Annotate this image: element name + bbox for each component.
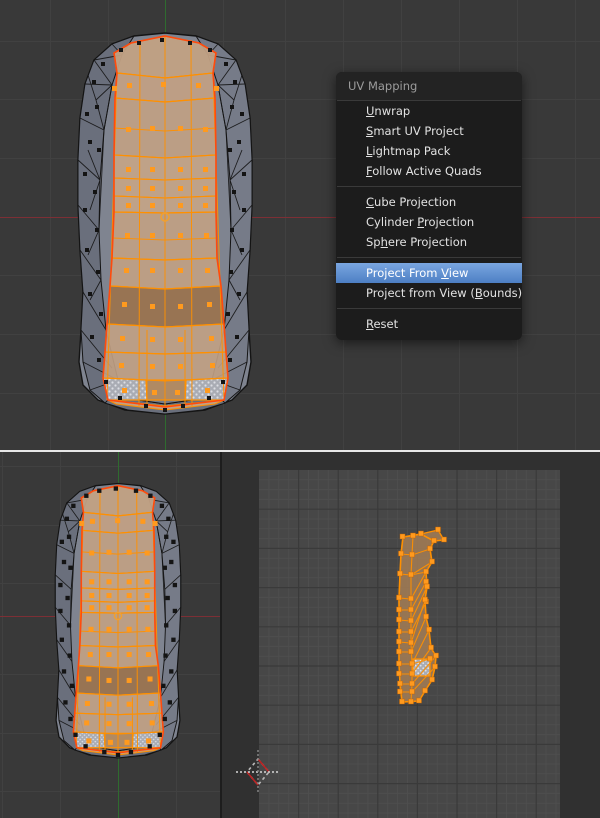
menu-item-lightmap-pack[interactable]: Lightmap Pack — [336, 141, 522, 161]
menu-item-reset[interactable]: Reset — [336, 314, 522, 334]
uv-image-editor[interactable] — [222, 452, 600, 818]
menu-item-follow-active-quads[interactable]: Follow Active Quads — [336, 161, 522, 181]
blender-window: UV Mapping Unwrap Smart UV Project Lightma… — [0, 0, 600, 818]
menu-separator-2 — [337, 257, 521, 258]
menu-item-project-from-view-bounds[interactable]: Project from View (Bounds) — [336, 283, 522, 303]
uv-mapping-menu[interactable]: UV Mapping Unwrap Smart UV Project Lightma… — [336, 72, 522, 340]
uv-editor-canvas — [222, 452, 600, 818]
menu-title: UV Mapping — [336, 72, 522, 100]
menu-item-cube-projection[interactable]: Cube Projection — [336, 192, 522, 212]
menu-item-cylinder-projection[interactable]: Cylinder Projection — [336, 212, 522, 232]
menu-item-sphere-projection[interactable]: Sphere Projection — [336, 232, 522, 252]
menu-separator-1 — [337, 186, 521, 187]
car-body-mesh-bottom[interactable] — [54, 482, 182, 759]
menu-item-smart-uv-project[interactable]: Smart UV Project — [336, 121, 522, 141]
menu-item-unwrap[interactable]: Unwrap — [336, 101, 522, 121]
viewport-bottom-canvas — [0, 452, 220, 818]
menu-item-project-from-view[interactable]: Project From View — [336, 263, 522, 283]
menu-separator-3 — [337, 308, 521, 309]
3d-viewport-bottom[interactable] — [0, 452, 220, 818]
car-body-mesh-top[interactable] — [77, 32, 253, 415]
